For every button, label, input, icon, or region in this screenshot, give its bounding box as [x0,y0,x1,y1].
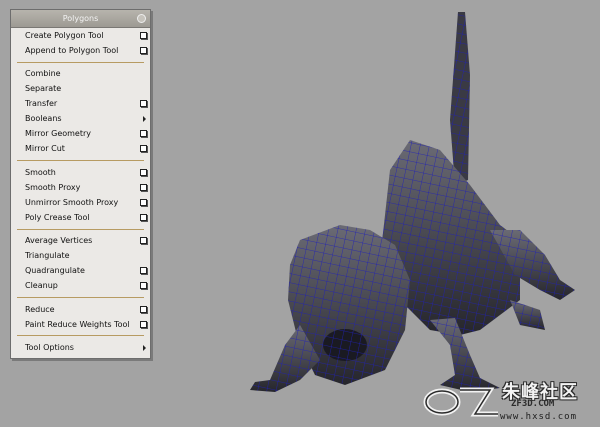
menu-item-average-vertices[interactable]: Average Vertices [11,233,150,248]
menu-divider [17,62,144,63]
menu-close-icon[interactable] [137,14,146,23]
option-box-icon[interactable] [140,237,147,244]
menu-item-label: Append to Polygon Tool [25,46,119,55]
menu-item-transfer[interactable]: Transfer [11,96,150,111]
menu-item-reduce[interactable]: Reduce [11,302,150,317]
option-box-icon[interactable] [140,282,147,289]
option-box-icon[interactable] [140,32,147,39]
menu-item-booleans[interactable]: Booleans [11,111,150,126]
menu-item-label: Create Polygon Tool [25,31,104,40]
option-box-icon[interactable] [140,214,147,221]
menu-item-combine[interactable]: Combine [11,66,150,81]
menu-divider [17,160,144,161]
option-box-icon[interactable] [140,100,147,107]
option-box-icon[interactable] [140,306,147,313]
menu-item-label: Triangulate [25,251,70,260]
menu-item-label: Average Vertices [25,236,93,245]
menu-item-label: Combine [25,69,61,78]
watermark-logo-icon [423,387,498,417]
menu-item-label: Mirror Cut [25,144,65,153]
option-box-icon[interactable] [140,169,147,176]
option-box-icon[interactable] [140,199,147,206]
menu-item-separate[interactable]: Separate [11,81,150,96]
menu-item-mirror-cut[interactable]: Mirror Cut [11,141,150,156]
option-box-icon[interactable] [140,184,147,191]
menu-item-label: Reduce [25,305,55,314]
menu-item-label: Poly Crease Tool [25,213,90,222]
menu-item-mirror-geometry[interactable]: Mirror Geometry [11,126,150,141]
menu-item-poly-crease-tool[interactable]: Poly Crease Tool [11,210,150,225]
menu-divider [17,335,144,336]
menu-item-label: Separate [25,84,62,93]
watermark-subtitle: ZF3D.COM [511,399,555,409]
menu-item-label: Booleans [25,114,62,123]
menu-item-append-to-polygon-tool[interactable]: Append to Polygon Tool [11,43,150,58]
menu-item-paint-reduce-weights-tool[interactable]: Paint Reduce Weights Tool [11,317,150,332]
menu-item-label: Mirror Geometry [25,129,92,138]
menu-divider [17,297,144,298]
menu-item-smooth-proxy[interactable]: Smooth Proxy [11,180,150,195]
menu-item-unmirror-smooth-proxy[interactable]: Unmirror Smooth Proxy [11,195,150,210]
option-box-icon[interactable] [140,130,147,137]
menu-item-label: Paint Reduce Weights Tool [25,320,130,329]
menu-title-bar[interactable]: Polygons [11,10,150,28]
menu-item-label: Smooth [25,168,56,177]
option-box-icon[interactable] [140,321,147,328]
menu-item-label: Transfer [25,99,58,108]
option-box-icon[interactable] [140,145,147,152]
submenu-arrow-icon [143,345,146,351]
menu-item-label: Tool Options [25,343,74,352]
menu-item-label: Unmirror Smooth Proxy [25,198,119,207]
polygons-menu: Polygons Create Polygon Tool Append to P… [10,9,151,359]
menu-item-label: Cleanup [25,281,58,290]
option-box-icon[interactable] [140,267,147,274]
menu-divider [17,229,144,230]
menu-item-quadrangulate[interactable]: Quadrangulate [11,263,150,278]
menu-item-triangulate[interactable]: Triangulate [11,248,150,263]
submenu-arrow-icon [143,116,146,122]
menu-title: Polygons [62,14,99,23]
menu-item-create-polygon-tool[interactable]: Create Polygon Tool [11,28,150,43]
menu-item-tool-options[interactable]: Tool Options [11,340,150,355]
watermark-url: www.hxsd.com [500,412,578,422]
option-box-icon[interactable] [140,47,147,54]
menu-item-label: Quadrangulate [25,266,85,275]
menu-item-cleanup[interactable]: Cleanup [11,278,150,293]
menu-item-smooth[interactable]: Smooth [11,165,150,180]
menu-item-label: Smooth Proxy [25,183,81,192]
